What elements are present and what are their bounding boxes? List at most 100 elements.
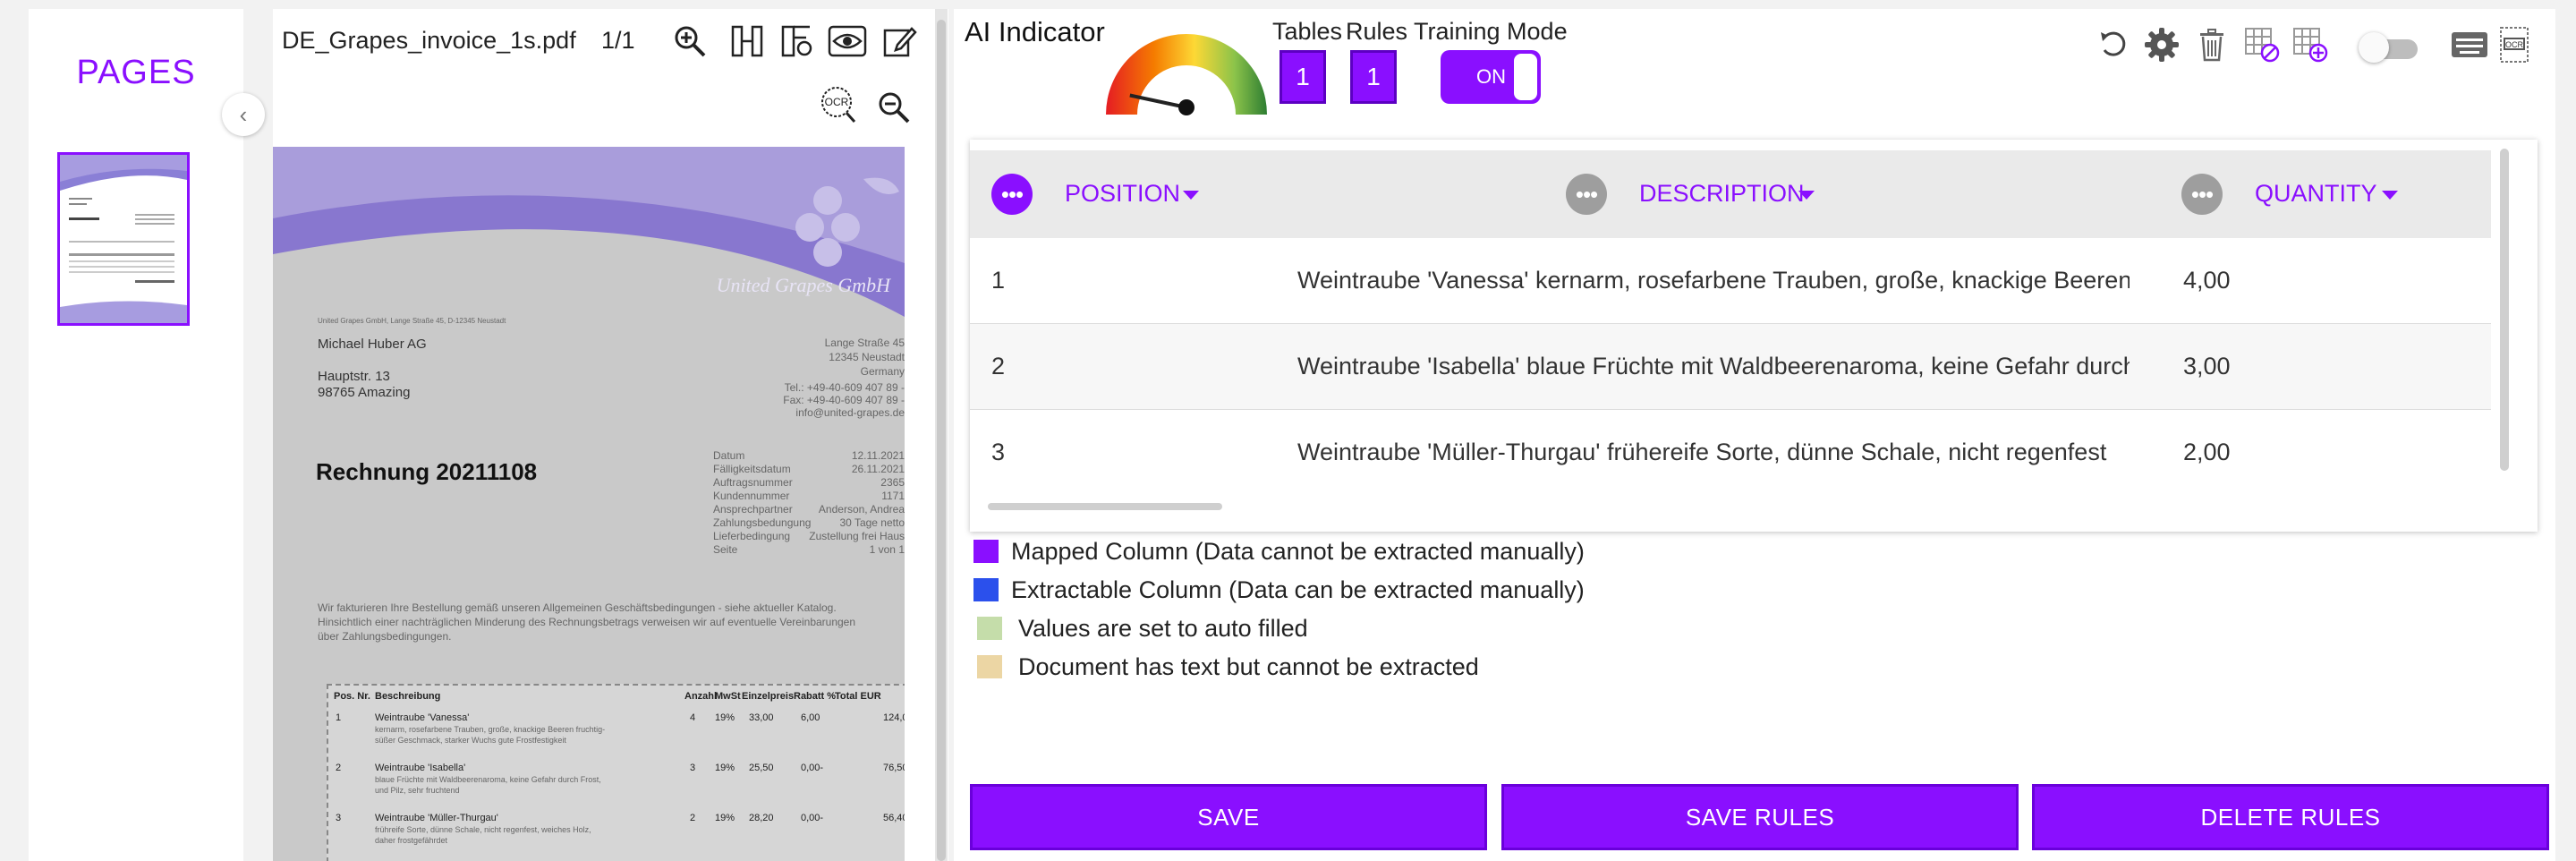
legend-swatch-auto-filled <box>977 617 1002 640</box>
invoice-meta-label: Kundennummer <box>713 490 790 502</box>
description-sort-caret-icon[interactable] <box>1798 191 1815 200</box>
keyboard-button[interactable] <box>2450 25 2489 64</box>
invoice-line-items-table[interactable]: Pos. Nr. Beschreibung Anzahl MwSt Einzelprei… <box>327 684 905 861</box>
quantity-column-title[interactable]: QUANTITY <box>2255 180 2377 208</box>
tables-label: Tables <box>1272 18 1343 45</box>
table-add-icon <box>2293 28 2328 63</box>
position-column-title[interactable]: POSITION <box>1065 180 1180 208</box>
invoice-table-header-cell: Einzelpreis <box>742 691 795 702</box>
invoice-row-desc: frühreife Sorte, dünne Schale, nicht reg… <box>375 825 591 834</box>
quantity-cell[interactable]: 4,00 <box>2183 267 2231 294</box>
table-row[interactable]: 3 Weintraube 'Müller-Thurgau' frühereife… <box>970 410 2491 496</box>
ocr-label: OCR <box>825 96 849 108</box>
invoice-header-graphic: United Grapes GmbH <box>273 147 905 326</box>
description-cell[interactable]: Weintraube 'Isabella' blaue Früchte mit … <box>1297 353 2130 380</box>
invoice-table-header: Pos. Nr. Beschreibung Anzahl MwSt Einzelprei… <box>328 691 905 705</box>
ai-indicator-gauge <box>1106 34 1267 115</box>
remove-table-button[interactable] <box>2242 25 2282 64</box>
invoice-sender-address-1: Lange Straße 45 <box>824 337 905 349</box>
ocr-document-button[interactable]: OCR <box>2495 25 2534 64</box>
legend-text-mapped: Mapped Column (Data cannot be extracted … <box>1011 537 1585 565</box>
file-name: DE_Grapes_invoice_1s.pdf <box>282 27 576 54</box>
delete-rules-button[interactable]: DELETE RULES <box>2032 784 2549 850</box>
settings-button[interactable] <box>2142 25 2181 64</box>
invoice-row-qty: 2 <box>690 813 696 823</box>
ocr-document-icon: OCR <box>2500 27 2529 63</box>
column-split-button[interactable] <box>726 20 769 63</box>
invoice-row-vat: 19% <box>715 763 735 773</box>
invoice-meta-value: 2365 <box>880 476 905 489</box>
undo-icon <box>2101 31 2126 56</box>
table-vertical-scrollbar[interactable] <box>2500 149 2509 471</box>
invoice-recipient-city: 98765 Amazing <box>318 385 411 400</box>
table-horizontal-scrollbar[interactable] <box>988 503 1222 510</box>
preview-eye-icon <box>828 25 867 57</box>
description-column-title[interactable]: DESCRIPTION <box>1639 180 1805 208</box>
toggle-switch[interactable] <box>2359 32 2421 63</box>
rules-count[interactable]: 1 <box>1350 50 1397 104</box>
legend-swatch-not-extractable <box>977 655 1002 678</box>
ocr-search-icon: OCR <box>821 87 856 124</box>
save-rules-button[interactable]: SAVE RULES <box>1501 784 2019 850</box>
training-mode-knob <box>1514 54 1537 100</box>
invoice-row-total: 124,08 <box>883 712 905 723</box>
invoice-meta-value: Zustellung frei Haus <box>809 530 905 542</box>
training-mode-toggle[interactable]: ON <box>1441 50 1541 104</box>
invoice-sender-email: info@united-grapes.de <box>795 406 905 419</box>
invoice-table-header-cell: MwSt <box>715 691 741 702</box>
zoom-in-button[interactable] <box>668 20 711 63</box>
legend-item-extractable: Extractable Column (Data can be extracte… <box>973 575 1585 604</box>
legend-text-extractable: Extractable Column (Data can be extracte… <box>1011 575 1585 603</box>
row-split-button[interactable] <box>776 20 819 63</box>
table-remove-icon <box>2245 28 2280 63</box>
description-column-menu-button[interactable]: ••• <box>1566 174 1607 215</box>
trash-icon <box>2200 29 2223 62</box>
ocr-search-button[interactable]: OCR <box>817 84 860 127</box>
delete-button[interactable] <box>2192 25 2232 64</box>
edit-button[interactable] <box>878 20 921 63</box>
document-scroll-thumb[interactable] <box>937 20 946 861</box>
description-cell[interactable]: Weintraube 'Müller-Thurgau' frühereife S… <box>1297 439 2130 466</box>
position-sort-caret-icon[interactable] <box>1183 191 1199 200</box>
invoice-page: United Grapes GmbH United Grapes GmbH, L… <box>273 147 905 861</box>
tables-count[interactable]: 1 <box>1279 50 1326 104</box>
undo-button[interactable] <box>2094 25 2133 64</box>
training-mode-state: ON <box>1476 65 1506 88</box>
add-table-button[interactable] <box>2291 25 2330 64</box>
quantity-cell[interactable]: 2,00 <box>2183 439 2231 466</box>
invoice-row-qty: 4 <box>690 712 696 723</box>
legend-text-not-extractable: Document has text but cannot be extracte… <box>1018 652 1479 680</box>
invoice-meta-value: 12.11.2021 <box>851 449 905 462</box>
preview-button[interactable] <box>826 20 869 63</box>
position-column-menu-button[interactable]: ••• <box>991 174 1033 215</box>
invoice-row-vat: 19% <box>715 813 735 823</box>
invoice-row-title: Weintraube 'Isabella' <box>375 763 466 773</box>
app-root: PAGES ‹ DE_Grapes_invoice_1s.pdf 1/1 OCR… <box>0 0 2576 861</box>
table-row[interactable]: 2 Weintraube 'Isabella' blaue Früchte mi… <box>970 324 2491 410</box>
description-cell[interactable]: Weintraube 'Vanessa' kernarm, rosefarben… <box>1297 267 2130 294</box>
invoice-row-discount: 0,00- <box>801 763 824 773</box>
pages-title: PAGES <box>76 54 196 91</box>
page-thumbnail[interactable] <box>57 152 190 326</box>
quantity-cell[interactable]: 3,00 <box>2183 353 2231 380</box>
invoice-table-header-cell: Rabatt % <box>794 691 837 702</box>
invoice-sender-line: United Grapes GmbH, Lange Straße 45, D-1… <box>318 317 506 325</box>
quantity-sort-caret-icon[interactable] <box>2382 191 2398 200</box>
invoice-row-desc: kernarm, rosefarbene Trauben, große, kna… <box>375 725 606 734</box>
position-cell[interactable]: 1 <box>991 267 1005 294</box>
invoice-row-desc: daher frostgefährdet <box>375 836 448 845</box>
zoom-out-button[interactable] <box>872 86 915 129</box>
collapse-pages-button[interactable]: ‹ <box>222 93 265 136</box>
invoice-row-desc: blaue Früchte mit Waldbeerenaroma, keine… <box>375 775 601 784</box>
quantity-column-menu-button[interactable]: ••• <box>2181 174 2223 215</box>
invoice-meta-label: Fälligkeitsdatum <box>713 463 791 475</box>
legend-swatch-extractable <box>973 578 999 601</box>
save-button[interactable]: SAVE <box>970 784 1487 850</box>
position-cell[interactable]: 3 <box>991 439 1005 466</box>
legend-item-auto-filled: Values are set to auto filled <box>973 614 1308 643</box>
table-row[interactable]: 1 Weintraube 'Vanessa' kernarm, rosefarb… <box>970 238 2491 324</box>
position-cell[interactable]: 2 <box>991 353 1005 380</box>
chevron-left-icon: ‹ <box>239 100 248 128</box>
invoice-row-price: 25,50 <box>749 763 774 773</box>
zoom-in-icon <box>675 26 706 57</box>
